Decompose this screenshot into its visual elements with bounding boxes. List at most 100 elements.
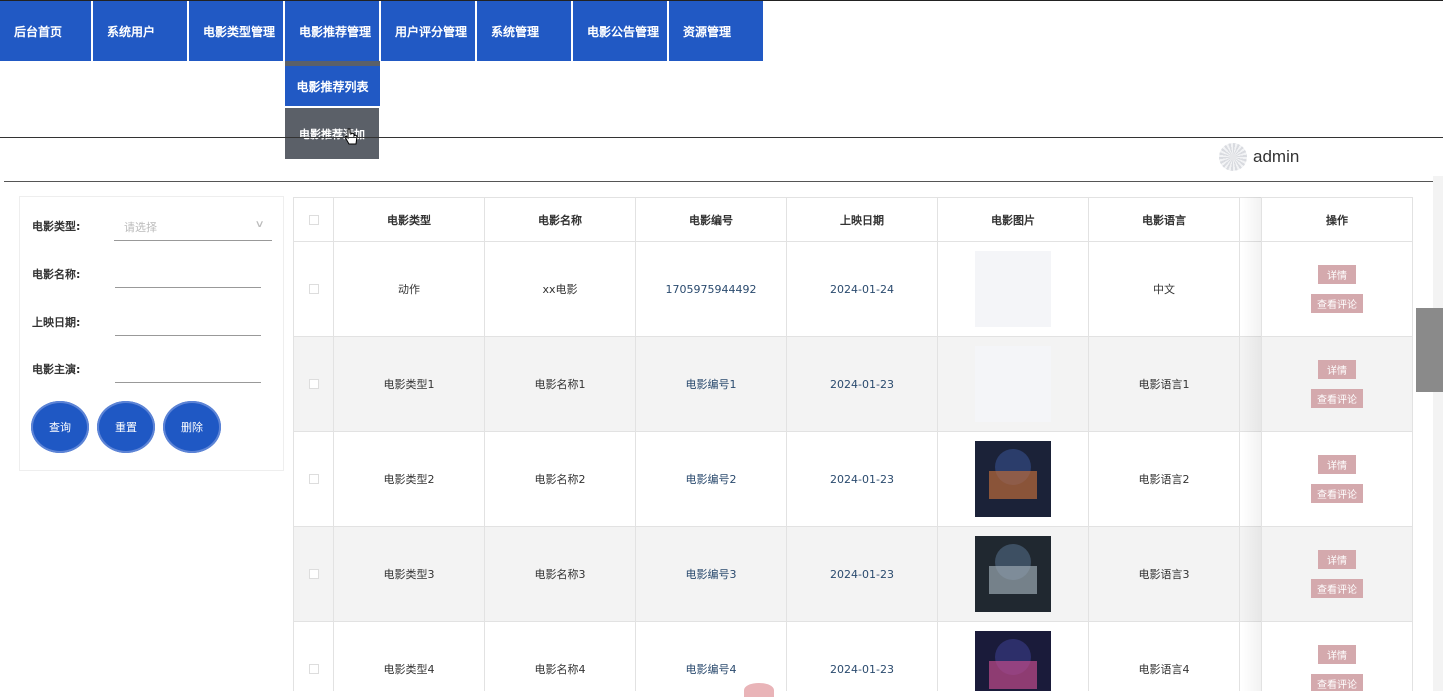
name-input[interactable] [115, 287, 261, 288]
view-reviews-button[interactable]: 查看评论 [1311, 674, 1363, 691]
row-select-cell [293, 432, 334, 527]
cell-code: 电影编号4 [636, 622, 787, 691]
row-checkbox[interactable] [308, 569, 319, 579]
nav-movie-type[interactable]: 电影类型管理 [189, 1, 283, 61]
divider [4, 181, 1434, 182]
actor-input[interactable] [115, 382, 261, 383]
cell-date: 2024-01-23 [787, 432, 938, 527]
cell-image [938, 432, 1089, 527]
detail-button[interactable]: 详情 [1318, 550, 1356, 569]
query-button[interactable]: 查询 [31, 401, 89, 453]
cell-type: 电影类型3 [334, 527, 485, 622]
cell-name: 电影名称1 [485, 337, 636, 432]
nav-user-rating[interactable]: 用户评分管理 [381, 1, 475, 61]
nav-system-users[interactable]: 系统用户 [93, 1, 187, 61]
cell-name: 电影名称3 [485, 527, 636, 622]
cell-image [938, 242, 1089, 337]
cell-language: 电影语言2 [1089, 432, 1240, 527]
header-code: 电影编号 [636, 198, 787, 242]
header-date: 上映日期 [787, 198, 938, 242]
row-checkbox[interactable] [308, 379, 319, 389]
cell-actions: 详情 查看评论 [1262, 432, 1413, 527]
cell-name: 电影名称4 [485, 622, 636, 691]
cell-actions: 详情 查看评论 [1262, 242, 1413, 337]
cell-date: 2024-01-23 [787, 527, 938, 622]
header-image: 电影图片 [938, 198, 1089, 242]
nav-label: 电影推荐管理 [299, 24, 372, 39]
movie-table: 电影类型 电影名称 电影编号 上映日期 电影图片 电影语言 操作 动作 xx电影… [293, 197, 1413, 691]
cell-type: 电影类型4 [334, 622, 485, 691]
movie-image-placeholder[interactable] [975, 346, 1051, 422]
cell-code: 1705975944492 [636, 242, 787, 337]
cell-image [938, 622, 1089, 691]
view-reviews-button[interactable]: 查看评论 [1311, 389, 1363, 408]
movie-poster-image[interactable] [975, 441, 1051, 517]
dropdown-recommend-list[interactable]: 电影推荐列表 [285, 66, 380, 106]
dropdown-recommend-add[interactable]: 电影推荐添加 [285, 108, 379, 159]
date-label: 上映日期: [32, 316, 81, 329]
cell-language: 中文 [1089, 242, 1240, 337]
detail-button[interactable]: 详情 [1318, 265, 1356, 284]
type-select[interactable]: 请选择 [124, 219, 157, 235]
row-checkbox[interactable] [308, 664, 319, 674]
top-nav: 后台首页 系统用户 电影类型管理 电影推荐管理 用户评分管理 系统管理 电影公告… [0, 1, 765, 61]
view-reviews-button[interactable]: 查看评论 [1311, 484, 1363, 503]
reset-button[interactable]: 重置 [97, 401, 155, 453]
cell-image [938, 337, 1089, 432]
select-all-checkbox[interactable] [308, 214, 319, 225]
nav-system-manage[interactable]: 系统管理 [477, 1, 571, 61]
cell-actions: 详情 查看评论 [1262, 337, 1413, 432]
cell-name: 电影名称2 [485, 432, 636, 527]
cell-type: 电影类型2 [334, 432, 485, 527]
fixed-column-shadow [1241, 197, 1261, 691]
nav-label: 系统用户 [107, 24, 156, 39]
cell-actions: 详情 查看评论 [1262, 527, 1413, 622]
nav-resources[interactable]: 资源管理 [669, 1, 763, 61]
avatar[interactable] [1219, 143, 1247, 171]
detail-button[interactable]: 详情 [1318, 455, 1356, 474]
movie-poster-image[interactable] [975, 631, 1051, 691]
movie-image-placeholder[interactable] [975, 251, 1051, 327]
cell-type: 电影类型1 [334, 337, 485, 432]
nav-label: 电影公告管理 [587, 24, 660, 39]
nav-movie-recommend[interactable]: 电影推荐管理 [285, 1, 379, 61]
nav-home-label: 后台首页 [14, 24, 63, 39]
cell-language: 电影语言1 [1089, 337, 1240, 432]
row-select-cell [293, 242, 334, 337]
username[interactable]: admin [1253, 147, 1299, 167]
nav-label: 系统管理 [491, 24, 540, 39]
cell-actions: 详情 查看评论 [1262, 622, 1413, 691]
search-panel: 电影类型: 请选择 ∨ 电影名称: 上映日期: 电影主演: 查询 重置 删除 [19, 196, 284, 471]
cell-code: 电影编号2 [636, 432, 787, 527]
movie-poster-image[interactable] [975, 536, 1051, 612]
date-input[interactable] [115, 335, 261, 336]
nav-label: 电影类型管理 [203, 24, 276, 39]
select-all-cell [293, 198, 334, 242]
name-label: 电影名称: [32, 268, 81, 281]
view-reviews-button[interactable]: 查看评论 [1311, 579, 1363, 598]
cell-name: xx电影 [485, 242, 636, 337]
detail-button[interactable]: 详情 [1318, 645, 1356, 664]
row-checkbox[interactable] [308, 474, 319, 484]
cell-date: 2024-01-23 [787, 337, 938, 432]
nav-announcement[interactable]: 电影公告管理 [573, 1, 667, 61]
scrollbar-thumb[interactable] [1416, 308, 1443, 392]
header-language: 电影语言 [1089, 198, 1240, 242]
row-checkbox[interactable] [308, 284, 319, 294]
row-select-cell [293, 622, 334, 691]
nav-label: 用户评分管理 [395, 24, 468, 39]
row-select-cell [293, 527, 334, 622]
cell-language: 电影语言3 [1089, 527, 1240, 622]
scrollbar-track[interactable] [1433, 176, 1443, 691]
delete-button[interactable]: 删除 [163, 401, 221, 453]
divider [0, 137, 1443, 138]
cell-code: 电影编号3 [636, 527, 787, 622]
floating-button[interactable] [744, 683, 774, 697]
row-select-cell [293, 337, 334, 432]
header-name: 电影名称 [485, 198, 636, 242]
type-select-underline [114, 240, 272, 241]
nav-home[interactable]: 后台首页 [0, 1, 91, 61]
detail-button[interactable]: 详情 [1318, 360, 1356, 379]
chevron-down-icon[interactable]: ∨ [255, 219, 265, 230]
view-reviews-button[interactable]: 查看评论 [1311, 294, 1363, 313]
